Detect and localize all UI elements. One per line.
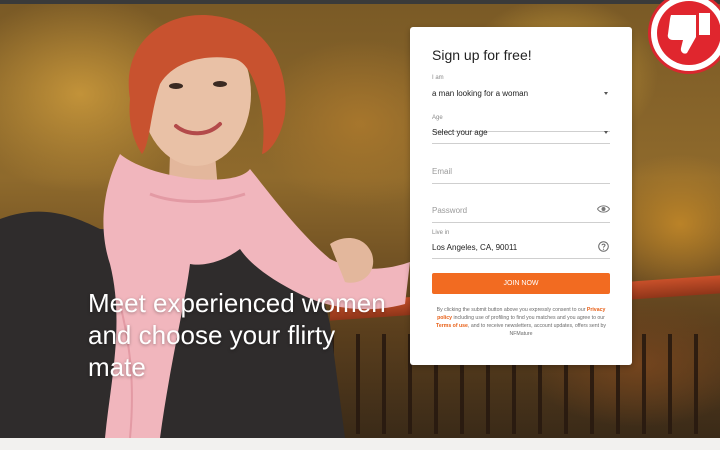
bottom-strip bbox=[0, 438, 720, 450]
i-am-label: I am bbox=[432, 75, 444, 81]
location-label: Live in bbox=[432, 230, 450, 236]
chevron-down-icon bbox=[604, 92, 608, 95]
question-circle-icon[interactable] bbox=[598, 241, 609, 252]
age-value: Select your age bbox=[432, 128, 488, 137]
terms-of-use-link[interactable]: Terms of use bbox=[436, 323, 468, 329]
email-field[interactable]: Email bbox=[432, 165, 610, 184]
legal-text-3: , and to receive newsletters, account up… bbox=[467, 323, 606, 337]
i-am-value: a man looking for a woman bbox=[432, 89, 529, 98]
signup-title: Sign up for free! bbox=[432, 47, 532, 63]
location-value: Los Angeles, CA, 90011 bbox=[432, 243, 518, 252]
email-placeholder: Email bbox=[432, 167, 453, 176]
signup-card: Sign up for free! I am a man looking for… bbox=[410, 27, 632, 365]
tagline-line-3: mate bbox=[88, 352, 146, 382]
tagline-line-2: and choose your flirty bbox=[88, 320, 336, 350]
legal-text-1: By clicking the submit button above you … bbox=[436, 307, 586, 313]
legal-consent-text: By clicking the submit button above you … bbox=[432, 306, 610, 338]
age-label: Age bbox=[432, 115, 443, 121]
password-placeholder: Password bbox=[432, 206, 468, 215]
legal-text-2: including use of profiling to find you m… bbox=[453, 315, 605, 321]
hero-tagline: Meet experienced women and choose your f… bbox=[88, 287, 408, 383]
join-now-button[interactable]: JOIN NOW bbox=[432, 273, 610, 294]
thumbs-down-icon bbox=[667, 13, 710, 54]
age-select[interactable]: Age Select your age bbox=[432, 115, 610, 144]
chevron-down-icon bbox=[604, 131, 608, 134]
location-field[interactable]: Live in Los Angeles, CA, 90011 bbox=[432, 230, 610, 259]
eye-icon[interactable] bbox=[597, 204, 610, 214]
tagline-line-1: Meet experienced women bbox=[88, 288, 386, 318]
password-field[interactable]: Password bbox=[432, 204, 610, 223]
